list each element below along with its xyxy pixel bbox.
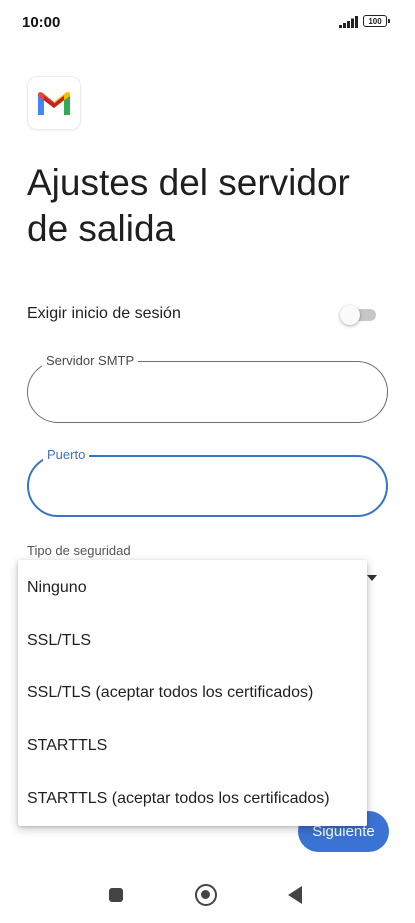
smtp-server-label: Servidor SMTP: [42, 353, 139, 369]
security-option-ssl-tls-all-certs[interactable]: SSL/TLS (aceptar todos los certificados): [27, 684, 313, 702]
back-triangle-icon[interactable]: [288, 886, 302, 904]
port-field[interactable]: Puerto: [27, 447, 388, 517]
toggle-thumb: [340, 305, 360, 325]
signal-icon: [339, 16, 358, 28]
navigation-bar: [0, 862, 415, 923]
status-time: 10:00: [22, 14, 61, 31]
home-circle-icon[interactable]: [195, 884, 217, 906]
security-option-starttls[interactable]: STARTTLS: [27, 737, 107, 755]
require-signin-toggle[interactable]: [340, 305, 376, 325]
port-label: Puerto: [43, 447, 90, 463]
security-option-none[interactable]: Ninguno: [27, 579, 87, 597]
security-type-menu: Ninguno SSL/TLS SSL/TLS (aceptar todos l…: [18, 560, 367, 826]
battery-level: 100: [368, 16, 382, 26]
recents-square-icon[interactable]: [109, 888, 123, 902]
security-type-label: Tipo de seguridad: [27, 543, 131, 558]
security-option-ssl-tls[interactable]: SSL/TLS: [27, 632, 91, 650]
gmail-logo-icon: [27, 76, 81, 130]
require-signin-label: Exigir inicio de sesión: [27, 305, 181, 322]
security-option-starttls-all-certs[interactable]: STARTTLS (aceptar todos los certificados…: [27, 790, 330, 808]
dropdown-arrow-icon[interactable]: [367, 575, 377, 581]
battery-icon: 100: [363, 15, 390, 27]
page-title: Ajustes del servidor de salida: [27, 162, 350, 249]
status-bar: 10:00 100: [0, 0, 415, 44]
smtp-server-field[interactable]: Servidor SMTP: [27, 353, 388, 423]
